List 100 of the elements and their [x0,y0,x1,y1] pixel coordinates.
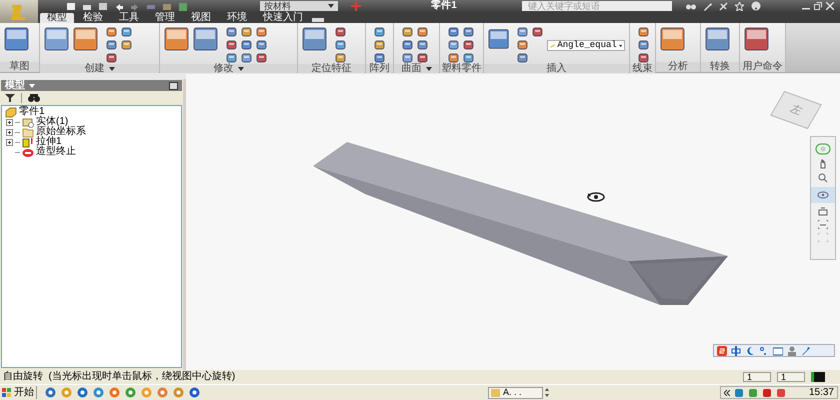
ribbon-tab[interactable]: 环境 [220,13,254,23]
keyboard-icon[interactable] [773,346,783,356]
tool-icon[interactable] [660,26,686,52]
look-at-icon[interactable] [818,207,828,216]
tool-icon[interactable] [106,52,118,64]
tool-icon[interactable] [73,26,99,52]
tool-icon[interactable] [638,26,650,38]
tool-icon[interactable] [335,52,347,64]
chevron-icon[interactable] [724,390,730,396]
material-dropdown[interactable]: 按材料 [260,1,338,11]
binoculars-icon[interactable] [28,94,40,102]
tool-icon[interactable] [226,39,238,51]
start-button[interactable]: 开始 [0,386,37,399]
tool-icon[interactable] [463,52,475,64]
group-label-bar[interactable]: 分析 [656,62,700,72]
taskbar-task-button[interactable]: A. . . [488,386,543,398]
tool-icon[interactable] [463,39,475,51]
tool-icon[interactable] [241,26,253,38]
tool-icon[interactable] [121,39,133,51]
tool-icon[interactable] [517,52,529,64]
chinese-mode-icon[interactable] [731,346,741,356]
tool-icon[interactable] [241,52,253,64]
tool-icon[interactable] [374,39,386,51]
tree-item[interactable]: 零件1 [19,107,45,117]
punctuation-icon[interactable] [759,346,769,356]
expand-icon[interactable] [6,118,13,126]
tool-icon[interactable] [417,52,429,64]
tool-icon[interactable] [705,26,731,52]
tool-icon[interactable] [638,39,650,51]
ribbon-tab[interactable]: 快速入门 [256,13,310,23]
quick-launch-icon[interactable] [173,387,184,398]
star-icon[interactable] [735,2,744,10]
quick-launch-icon[interactable] [109,387,120,398]
tool-icon[interactable] [4,26,30,52]
group-label-bar[interactable]: 曲面 [394,64,439,74]
tree-item[interactable]: 原始坐标系 [36,127,86,137]
ribbon-tab[interactable]: 视图 [184,13,218,23]
tool-icon[interactable] [256,52,268,64]
expand-icon[interactable] [6,138,13,146]
quick-launch-icon[interactable] [125,387,136,398]
tool-icon[interactable] [106,26,118,38]
tool-icon[interactable] [226,26,238,38]
tool-icon[interactable] [402,26,414,38]
tool-icon[interactable] [44,26,70,52]
tool-icon[interactable] [417,39,429,51]
tree-item[interactable]: 造型终止 [36,147,76,157]
ribbon-tab[interactable]: 检验 [76,13,110,23]
tool-icon[interactable] [417,26,429,38]
tool-icon[interactable] [121,26,133,38]
group-label-bar[interactable]: 阵列 [366,64,393,74]
caret-icon[interactable] [426,67,432,71]
caret-icon[interactable] [108,67,114,71]
tool-icon[interactable] [448,26,460,38]
orbit-button[interactable] [811,187,835,203]
quick-launch-icon[interactable] [93,387,104,398]
zoom-window-icon[interactable] [818,220,828,229]
tool-icon[interactable] [638,52,650,64]
panel-toggle-icon[interactable] [312,17,324,23]
tool-icon[interactable] [164,26,190,52]
user-icon[interactable] [787,346,797,356]
tool-icon[interactable] [106,39,118,51]
quick-launch-icon[interactable] [157,387,168,398]
tool-icon[interactable] [448,52,460,64]
sogou-logo-icon[interactable] [717,346,727,356]
tool-icon[interactable] [302,26,328,52]
group-label-bar[interactable]: 修改 [160,64,297,74]
tool-icon[interactable] [402,39,414,51]
tool-icon[interactable] [335,26,347,38]
expand-icon[interactable] [6,128,13,136]
group-label-bar[interactable]: 草图 [0,62,39,72]
tool-icon[interactable] [335,39,347,51]
tool-icon[interactable] [193,26,219,52]
tool-icon[interactable] [517,26,529,38]
group-label-bar[interactable]: 创建 [40,64,159,74]
ribbon-tab[interactable]: 管理 [148,13,182,23]
tool-icon[interactable] [256,26,268,38]
group-label-bar[interactable]: 插入 [484,64,629,74]
tool-icon[interactable] [226,52,238,64]
filter-icon[interactable] [5,94,15,102]
tool-icon[interactable] [448,39,460,51]
tool-icon[interactable] [256,39,268,51]
tool-icon[interactable] [463,26,475,38]
zoom-icon[interactable] [818,173,828,183]
moon-icon[interactable] [745,346,755,356]
browser-title[interactable]: 模型 [5,80,25,90]
close-icon[interactable] [826,2,834,10]
ribbon-tab[interactable]: 模型 [40,13,74,23]
tree-item[interactable]: 实体(1) [36,117,68,127]
binoculars-icon[interactable] [686,2,696,10]
tool-icon[interactable] [532,26,544,38]
caret-icon[interactable] [238,67,244,71]
tool-icon[interactable] [402,52,414,64]
steering-wheel-icon[interactable] [815,143,831,155]
tree-item[interactable]: 拉伸1 [36,137,62,147]
quick-launch-icon[interactable] [189,387,200,398]
group-label-bar[interactable]: 转换 [701,62,739,72]
group-label-bar[interactable]: 线束 [630,64,655,74]
tool-icon[interactable] [744,26,770,52]
tool-icon[interactable] [517,39,529,51]
restore-icon[interactable] [814,2,822,10]
